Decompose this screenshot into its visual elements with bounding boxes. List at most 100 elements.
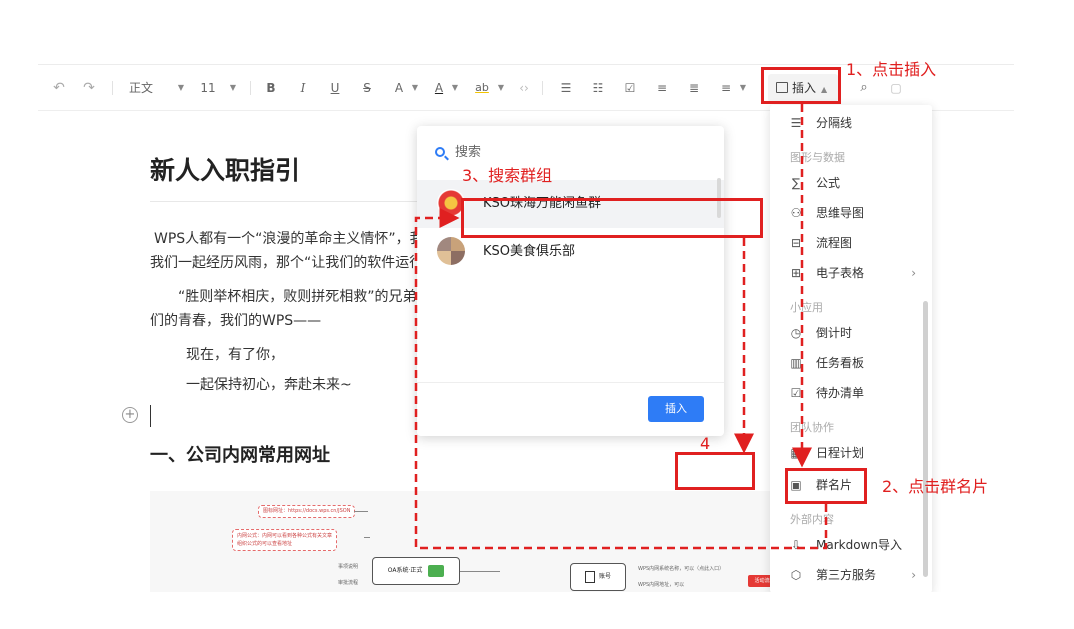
menu-item-label: 待办清单: [816, 386, 865, 400]
menu-item-divider[interactable]: ☰ 分隔线: [770, 109, 932, 137]
chevron-down-icon[interactable]: ▼: [496, 79, 506, 97]
toolbar-divider: [542, 81, 543, 95]
underline-button[interactable]: U: [328, 79, 342, 97]
chevron-down-icon[interactable]: ▼: [176, 79, 186, 97]
paragraph[interactable]: 们的青春，我们的WPS——: [150, 309, 321, 333]
menu-item-todo-list[interactable]: ☑ 待办清单: [770, 379, 932, 407]
mindmap-node-label: 账号: [598, 573, 611, 580]
group-search-input[interactable]: 搜索: [427, 138, 714, 168]
paragraph[interactable]: 现在，有了你，: [186, 343, 284, 367]
menu-item-label: 第三方服务: [816, 568, 877, 582]
divider-icon: ☰: [790, 116, 802, 130]
menu-item-label: 流程图: [816, 236, 853, 250]
menu-section-header: 小应用: [790, 301, 823, 314]
italic-button[interactable]: I: [296, 79, 310, 97]
todo-list-icon: ☑: [790, 386, 802, 400]
menu-item-spreadsheet[interactable]: ⊞ 电子表格 ›: [770, 259, 932, 287]
menu-item-flowchart[interactable]: ⊟ 流程图: [770, 229, 932, 257]
menu-item-label: Markdown导入: [816, 538, 902, 552]
mindmap-icon: ⚇: [790, 206, 802, 220]
countdown-icon: ◷: [790, 326, 802, 340]
align-icon[interactable]: ≡: [718, 79, 734, 97]
task-board-icon: ▥: [790, 356, 802, 370]
chevron-right-icon: ›: [911, 266, 916, 280]
paragraph[interactable]: 一起保持初心，奔赴未来~: [186, 373, 352, 397]
strikethrough-button[interactable]: S: [360, 79, 374, 97]
formula-icon: ∑: [791, 176, 801, 190]
insert-menu: ☰ 分隔线 图形与数据 ∑ 公式 ⚇ 思维导图 ⊟ 流程图 ⊞ 电子表格 › 小应用 ◷ 倒计…: [770, 105, 932, 592]
paragraph-style-select[interactable]: 正文: [126, 79, 156, 97]
menu-scrollbar[interactable]: [923, 301, 928, 577]
third-party-icon: ⬡: [790, 568, 802, 582]
menu-item-countdown[interactable]: ◷ 倒计时: [770, 319, 932, 347]
paragraph[interactable]: 我们一起经历风雨，那个“让我们的软件运行在: [150, 251, 437, 275]
mindmap-label: 事项说明: [338, 564, 359, 570]
mindmap-label: WPS内网地址，可以: [638, 582, 685, 588]
mindmap-connector: [354, 511, 368, 512]
mindmap-node: OA系统·正式: [372, 557, 460, 585]
add-block-icon[interactable]: +: [122, 407, 138, 423]
group-name: KSO美食俱乐部: [483, 244, 576, 259]
toolbar-divider: [112, 81, 113, 95]
menu-item-third-party[interactable]: ⬡ 第三方服务 ›: [770, 561, 932, 589]
menu-item-label: 任务看板: [816, 356, 865, 370]
mindmap-label: WPS内网系统名称，可以（点此入口）: [638, 566, 725, 572]
chevron-down-icon[interactable]: ▼: [228, 79, 238, 97]
menu-item-label: 分隔线: [816, 116, 853, 130]
chevron-down-icon[interactable]: ▼: [450, 79, 460, 97]
numbered-list-icon[interactable]: ☷: [590, 79, 606, 97]
font-size-select[interactable]: 11: [200, 79, 216, 97]
annotation-box-insert-confirm: [675, 452, 755, 490]
highlight-button[interactable]: ab: [474, 79, 490, 97]
popup-insert-button[interactable]: 插入: [648, 396, 704, 422]
menu-section-header: 团队协作: [790, 421, 834, 434]
superscript-button[interactable]: A: [392, 79, 406, 97]
chevron-down-icon[interactable]: ▼: [410, 79, 420, 97]
chevron-down-icon[interactable]: ▼: [738, 79, 748, 97]
bold-button[interactable]: B: [264, 79, 278, 97]
paragraph[interactable]: WPS人都有一个“浪漫的革命主义情怀”，我们: [154, 227, 438, 251]
popup-footer-divider: [417, 382, 724, 383]
code-icon[interactable]: ‹›: [516, 79, 532, 97]
font-color-button[interactable]: A: [432, 79, 446, 97]
menu-item-task-board[interactable]: ▥ 任务看板: [770, 349, 932, 377]
menu-item-schedule[interactable]: ▦ 日程计划: [770, 439, 932, 467]
redo-icon[interactable]: ↷: [82, 79, 96, 97]
document-title[interactable]: 新人入职指引: [150, 151, 300, 187]
mindmap-image[interactable]: 图标网址：https://docs.wps.cn/JSON 内网公式：内网可以看…: [150, 491, 840, 592]
mindmap-note-line: 内网公式：内网可以看到各种公式有关文章: [237, 533, 333, 539]
checklist-icon[interactable]: ☑: [622, 79, 638, 97]
search-icon[interactable]: ⌕: [856, 79, 872, 97]
menu-item-label: 日程计划: [816, 446, 865, 460]
annotation-step2: 2、点击群名片: [882, 477, 989, 496]
markdown-import-icon: ⇩: [790, 538, 802, 552]
text-cursor: [150, 405, 151, 427]
outdent-icon[interactable]: ≣: [686, 79, 702, 97]
paragraph[interactable]: “胜则举杯相庆，败则拼死相救”的兄弟情谊: [178, 285, 445, 309]
mindmap-label: 审批流程: [338, 580, 359, 586]
section-heading[interactable]: 一、公司内网常用网址: [150, 441, 330, 467]
menu-item-label: 倒计时: [816, 326, 853, 340]
annotation-step4: 4: [700, 434, 711, 453]
menu-item-label: 电子表格: [816, 266, 865, 280]
menu-item-markdown-import[interactable]: ⇩ Markdown导入: [770, 531, 932, 559]
search-icon: [435, 147, 445, 157]
menu-item-formula[interactable]: ∑ 公式: [770, 169, 932, 197]
group-avatar: [437, 237, 465, 265]
mindmap-node: 账号: [570, 563, 626, 591]
menu-item-mindmap[interactable]: ⚇ 思维导图: [770, 199, 932, 227]
screen-icon: [428, 564, 445, 577]
search-placeholder: 搜索: [455, 145, 482, 160]
spreadsheet-icon: ⊞: [790, 266, 802, 280]
annotation-box-group-card: [785, 468, 867, 504]
flowchart-icon: ⊟: [790, 236, 802, 250]
annotation-box-search: [461, 198, 763, 238]
indent-icon[interactable]: ≡: [654, 79, 670, 97]
annotation-step3: 3、搜索群组: [462, 166, 553, 185]
undo-icon[interactable]: ↶: [52, 79, 66, 97]
annotation-step1: 1、点击插入: [846, 60, 937, 79]
mindmap-note: 内网公式：内网可以看到各种公式有关文章 组织公式的可以查看地址: [232, 529, 338, 551]
comment-icon[interactable]: ▢: [888, 79, 904, 97]
annotation-box-insert: [761, 67, 841, 104]
bullet-list-icon[interactable]: ☰: [558, 79, 574, 97]
